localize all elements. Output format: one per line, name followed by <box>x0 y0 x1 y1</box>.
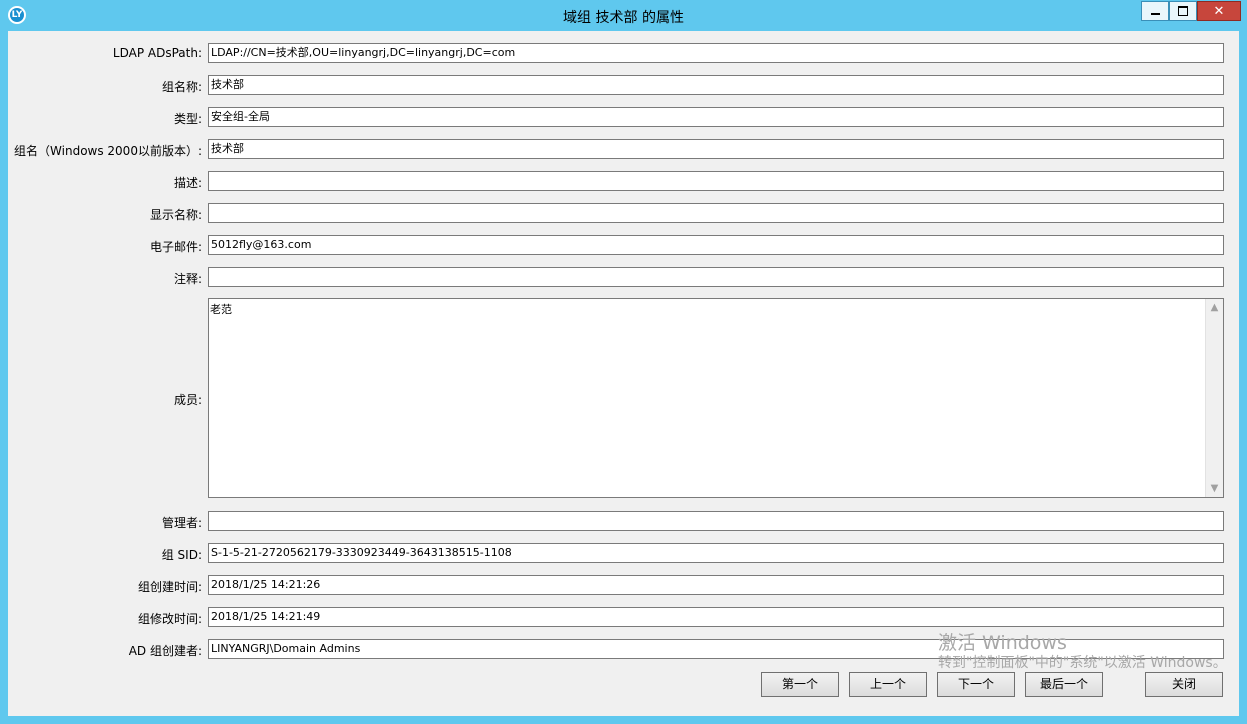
sid-field[interactable]: S-1-5-21-2720562179-3330923449-364313851… <box>208 543 1224 563</box>
row-managed-by: 管理者: <box>8 510 1239 532</box>
properties-window: LY 域组 技术部 的属性 ✕ LDAP ADsPath: LDAP://CN=… <box>0 0 1247 724</box>
members-value: 老范 <box>210 303 232 316</box>
display-name-label: 显示名称: <box>149 208 202 222</box>
ldap-adspath-field[interactable]: LDAP://CN=技术部,OU=linyangrj,DC=linyangrj,… <box>208 43 1224 63</box>
row-description: 描述: <box>8 170 1239 192</box>
members-textarea[interactable]: 老范 ▲ ▼ <box>208 298 1224 498</box>
row-email: 电子邮件: 5012fly@163.com <box>8 234 1239 256</box>
scroll-down-icon[interactable]: ▼ <box>1206 480 1223 497</box>
maximize-icon <box>1178 6 1188 16</box>
row-creator: AD 组创建者: LINYANGRJ\Domain Admins <box>8 638 1239 660</box>
members-label: 成员: <box>173 393 202 407</box>
notes-field[interactable] <box>208 267 1224 287</box>
minimize-icon <box>1150 13 1160 15</box>
email-field[interactable]: 5012fly@163.com <box>208 235 1224 255</box>
form-area: LDAP ADsPath: LDAP://CN=技术部,OU=linyangrj… <box>8 31 1239 716</box>
first-button[interactable]: 第一个 <box>761 672 839 697</box>
pre2000-name-label: 组名（Windows 2000以前版本）: <box>14 144 202 158</box>
notes-label: 注释: <box>173 272 202 286</box>
modified-label: 组修改时间: <box>137 612 202 626</box>
ldap-adspath-label: LDAP ADsPath: <box>112 46 202 60</box>
type-label: 类型: <box>173 112 202 126</box>
row-ldap-adspath: LDAP ADsPath: LDAP://CN=技术部,OU=linyangrj… <box>8 42 1239 64</box>
created-field[interactable]: 2018/1/25 14:21:26 <box>208 575 1224 595</box>
description-field[interactable] <box>208 171 1224 191</box>
row-modified: 组修改时间: 2018/1/25 14:21:49 <box>8 606 1239 628</box>
row-group-name: 组名称: 技术部 <box>8 74 1239 96</box>
row-display-name: 显示名称: <box>8 202 1239 224</box>
close-button[interactable]: 关闭 <box>1145 672 1223 697</box>
next-button[interactable]: 下一个 <box>937 672 1015 697</box>
row-created: 组创建时间: 2018/1/25 14:21:26 <box>8 574 1239 596</box>
managed-by-label: 管理者: <box>161 516 202 530</box>
creator-label: AD 组创建者: <box>128 644 202 658</box>
group-name-label: 组名称: <box>161 80 202 94</box>
row-pre2000-name: 组名（Windows 2000以前版本）: 技术部 <box>8 138 1239 160</box>
maximize-button[interactable] <box>1169 1 1197 21</box>
managed-by-field[interactable] <box>208 511 1224 531</box>
last-button[interactable]: 最后一个 <box>1025 672 1103 697</box>
email-label: 电子邮件: <box>149 240 202 254</box>
type-field[interactable]: 安全组-全局 <box>208 107 1224 127</box>
window-title: 域组 技术部 的属性 <box>563 10 684 26</box>
row-sid: 组 SID: S-1-5-21-2720562179-3330923449-36… <box>8 542 1239 564</box>
created-label: 组创建时间: <box>137 580 202 594</box>
display-name-field[interactable] <box>208 203 1224 223</box>
close-window-button[interactable]: ✕ <box>1197 1 1241 21</box>
title-bar[interactable]: LY 域组 技术部 的属性 ✕ <box>0 0 1247 31</box>
scroll-up-icon[interactable]: ▲ <box>1206 299 1223 316</box>
creator-field[interactable]: LINYANGRJ\Domain Admins <box>208 639 1224 659</box>
description-label: 描述: <box>173 176 202 190</box>
members-scrollbar[interactable]: ▲ ▼ <box>1205 299 1223 497</box>
previous-button[interactable]: 上一个 <box>849 672 927 697</box>
group-name-field[interactable]: 技术部 <box>208 75 1224 95</box>
sid-label: 组 SID: <box>161 548 202 562</box>
modified-field[interactable]: 2018/1/25 14:21:49 <box>208 607 1224 627</box>
close-icon: ✕ <box>1213 3 1225 19</box>
pre2000-name-field[interactable]: 技术部 <box>208 139 1224 159</box>
row-notes: 注释: <box>8 266 1239 288</box>
row-type: 类型: 安全组-全局 <box>8 106 1239 128</box>
minimize-button[interactable] <box>1141 1 1169 21</box>
